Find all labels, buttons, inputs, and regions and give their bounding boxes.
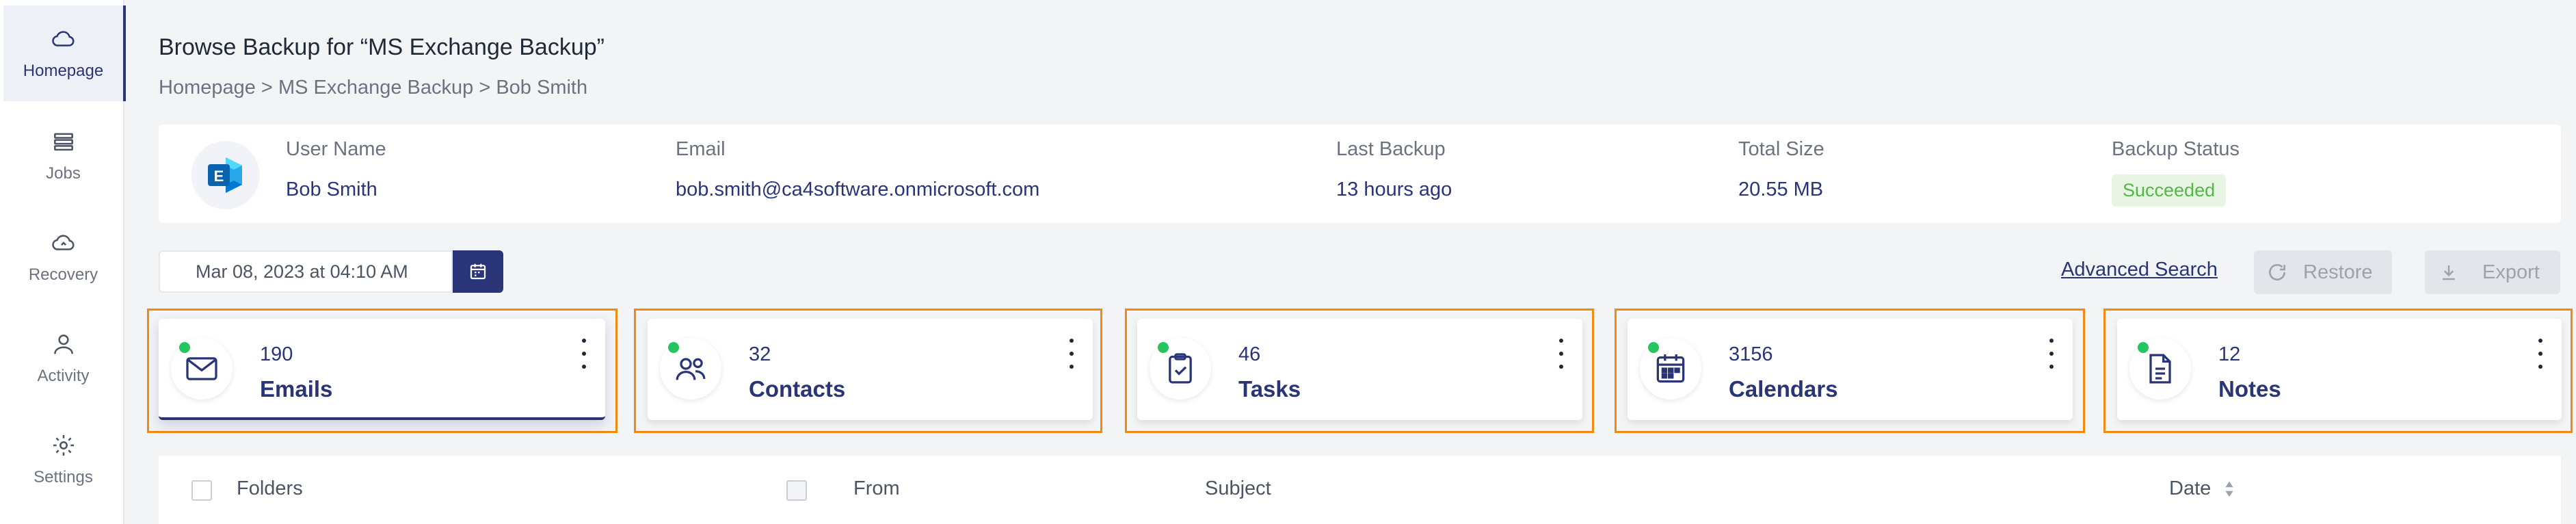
sidebar-item-label: Homepage (23, 62, 104, 80)
more-options-button[interactable] (2040, 337, 2063, 371)
sidebar-item-label: Recovery (28, 265, 98, 284)
email-value: bob.smith@ca4software.onmicrosoft.com (676, 179, 1040, 200)
status-dot (1158, 342, 1169, 353)
list-icon (53, 133, 73, 151)
breadcrumb-homepage[interactable]: Homepage (159, 77, 256, 99)
last-backup-label: Last Backup (1336, 138, 1446, 160)
more-options-button[interactable] (1060, 337, 1083, 371)
restore-button[interactable]: Restore (2254, 250, 2392, 294)
card-count: 190 (260, 343, 293, 365)
user-icon (53, 335, 73, 354)
sidebar-item-label: Activity (37, 367, 90, 385)
more-options-button[interactable] (1550, 337, 1573, 371)
column-header-date-label: Date (2169, 477, 2212, 499)
card-count: 12 (2218, 343, 2241, 365)
status-dot (179, 342, 190, 353)
card-contacts[interactable]: 32 Contacts (648, 319, 1093, 420)
download-icon (2443, 265, 2455, 280)
calendar-icon (1656, 354, 1685, 383)
column-header-date[interactable]: Date (2169, 477, 2235, 500)
backup-status-label: Backup Status (2112, 138, 2240, 160)
page-title: Browse Backup for “MS Exchange Backup” (159, 34, 605, 60)
total-size-label: Total Size (1738, 138, 1824, 160)
card-calendars[interactable]: 3156 Calendars (1628, 319, 2073, 420)
table-header: Folders From Subject Date (159, 456, 2561, 524)
restore-label: Restore (2303, 261, 2373, 283)
card-emails[interactable]: 190 Emails (159, 319, 605, 420)
card-count: 46 (1238, 343, 1261, 365)
total-size-column: Total Size 20.55 MB (1738, 138, 1824, 201)
breadcrumb: Homepage > MS Exchange Backup > Bob Smit… (159, 77, 587, 99)
clipboard-check-icon (1169, 353, 1192, 384)
email-column: Email bob.smith@ca4software.onmicrosoft.… (676, 138, 1039, 201)
card-count: 3156 (1729, 343, 1773, 365)
restore-icon (2269, 264, 2285, 280)
envelope-icon (186, 357, 217, 380)
gear-icon (53, 434, 74, 456)
export-button[interactable]: Export (2425, 250, 2560, 294)
sidebar-item-recovery[interactable]: Recovery (3, 209, 123, 305)
last-backup-value: 13 hours ago (1336, 179, 1452, 200)
card-label: Emails (260, 376, 333, 402)
sidebar-item-label: Settings (34, 468, 93, 486)
sidebar-item-homepage[interactable]: Homepage (3, 5, 126, 101)
people-icon (676, 358, 706, 380)
calendar-picker-button[interactable] (453, 250, 503, 293)
sidebar: Homepage Jobs Recovery Activity Settings (0, 0, 126, 524)
card-count: 32 (749, 343, 771, 365)
card-label: Notes (2218, 376, 2281, 402)
user-info-card: E User Name Bob Smith Email bob.smith@ca… (159, 125, 2561, 223)
card-label: Calendars (1729, 376, 1838, 402)
export-label: Export (2482, 261, 2540, 283)
card-label: Contacts (749, 376, 846, 402)
user-name-value: Bob Smith (286, 179, 377, 200)
cloud-icon (51, 31, 75, 47)
user-name-column: User Name Bob Smith (286, 138, 386, 201)
date-input[interactable]: Mar 08, 2023 at 04:10 AM (159, 250, 453, 293)
total-size-value: 20.55 MB (1738, 179, 1824, 200)
column-header-subject[interactable]: Subject (1205, 477, 1271, 500)
exchange-logo-icon: E (208, 157, 242, 193)
sort-icon (2225, 482, 2233, 497)
status-dot (1648, 342, 1659, 353)
user-name-label: User Name (286, 138, 386, 160)
backup-status-column: Backup Status Succeeded (2112, 138, 2240, 207)
sidebar-item-settings[interactable]: Settings (3, 412, 123, 508)
document-icon (2149, 354, 2171, 384)
more-options-button[interactable] (572, 337, 596, 371)
status-dot (2138, 342, 2149, 353)
breadcrumb-separator: > (473, 77, 496, 99)
sidebar-item-label: Jobs (46, 164, 81, 183)
breadcrumb-ms-exchange-backup[interactable]: MS Exchange Backup (278, 77, 473, 99)
card-label: Tasks (1238, 376, 1301, 402)
status-badge: Succeeded (2112, 174, 2227, 207)
sidebar-item-jobs[interactable]: Jobs (3, 108, 123, 204)
avatar: E (191, 141, 260, 209)
last-backup-column: Last Backup 13 hours ago (1336, 138, 1452, 201)
folders-select-checkbox[interactable] (191, 480, 212, 501)
breadcrumb-separator: > (255, 77, 278, 99)
breadcrumb-bob-smith: Bob Smith (496, 77, 588, 99)
select-all-checkbox[interactable] (786, 480, 807, 501)
advanced-search-link[interactable]: Advanced Search (2061, 259, 2218, 281)
column-header-folders: Folders (237, 477, 303, 499)
cloud-restore-icon (51, 235, 75, 250)
card-tasks[interactable]: 46 Tasks (1137, 319, 1582, 420)
calendar-icon (470, 263, 486, 280)
card-notes[interactable]: 12 Notes (2117, 319, 2562, 420)
status-dot (668, 342, 679, 353)
column-header-from[interactable]: From (853, 477, 900, 500)
svg-text:E: E (214, 168, 224, 185)
email-label: Email (676, 138, 726, 160)
sidebar-item-activity[interactable]: Activity (3, 311, 123, 406)
more-options-button[interactable] (2529, 337, 2552, 371)
